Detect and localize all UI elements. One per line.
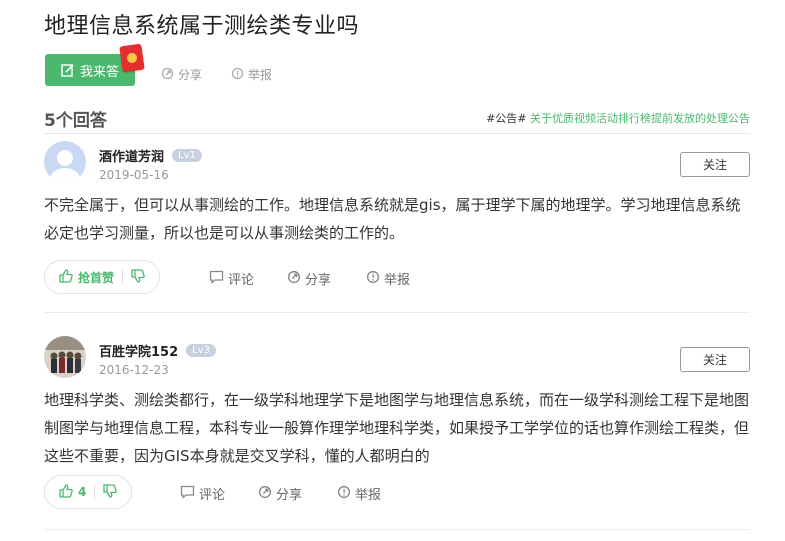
level-badge: Lv3 [186, 344, 216, 357]
avatar[interactable] [44, 141, 86, 183]
red-envelope-icon[interactable] [119, 43, 145, 73]
notice-text: 关于优质视频活动排行榜提前发放的处理公告 [530, 112, 750, 125]
share-question-link[interactable]: 分享 [161, 66, 202, 83]
thumbs-down-icon[interactable] [131, 268, 145, 287]
report-answer-button[interactable]: 举报 [337, 484, 381, 503]
edit-icon [61, 63, 75, 77]
answer-content: 不完全属于，但可以从事测绘的工作。地理信息系统就是gis，属于理学下属的地理学。… [44, 196, 741, 242]
answer-button-label: 我来答 [79, 64, 119, 80]
comment-icon [180, 485, 195, 503]
comment-button[interactable]: 评论 [209, 269, 254, 288]
question-title: 地理信息系统属于测绘类专业吗 [44, 14, 360, 39]
report-question-link[interactable]: 举报 [231, 66, 272, 83]
share-icon [287, 270, 301, 288]
follow-button[interactable]: 关注 [680, 152, 750, 177]
author-name[interactable]: 百胜学院152 [99, 341, 178, 360]
answer-count: 5个回答 [44, 111, 107, 131]
share-answer-button[interactable]: 分享 [258, 484, 302, 503]
report-label: 举报 [384, 273, 411, 288]
comment-label: 评论 [199, 488, 226, 503]
answer-divider [44, 312, 750, 313]
answer-date: 2019-05-16 [99, 168, 169, 182]
comment-icon [209, 270, 224, 288]
author-info: 百胜学院152 Lv3 [99, 341, 216, 360]
vote-control: 抢首赞 [44, 260, 161, 294]
report-icon [231, 67, 244, 83]
avatar[interactable] [44, 336, 86, 378]
follow-button[interactable]: 关注 [680, 347, 750, 372]
report-label: 举报 [248, 68, 273, 82]
comment-label: 评论 [228, 273, 255, 288]
level-badge: Lv1 [172, 149, 202, 162]
vote-control: 4 [44, 475, 133, 509]
notice-link[interactable]: #公告# 关于优质视频活动排行榜提前发放的处理公告 [486, 110, 750, 126]
vote-divider [122, 270, 124, 284]
share-icon [161, 67, 174, 83]
comment-button[interactable]: 评论 [180, 484, 225, 503]
share-label: 分享 [305, 273, 332, 288]
report-label: 举报 [355, 488, 382, 503]
answer-content: 地理科学类、测绘类都行，在一级学科地理学下是地图学与地理信息系统，而在一级学科测… [44, 391, 750, 465]
author-info: 酒作道芳润 Lv1 [99, 146, 202, 165]
answer-divider [44, 529, 750, 530]
upvote-button[interactable]: 4 [59, 483, 87, 501]
thumbs-up-icon [59, 483, 73, 501]
answer-date: 2016-12-23 [99, 363, 169, 377]
share-icon [258, 485, 272, 503]
notice-tag: #公告# [486, 112, 527, 125]
author-name[interactable]: 酒作道芳润 [99, 146, 164, 165]
upvote-button[interactable]: 抢首赞 [59, 268, 115, 286]
answers-header: 5个回答 #公告# 关于优质视频活动排行榜提前发放的处理公告 [44, 104, 750, 134]
share-answer-button[interactable]: 分享 [287, 269, 331, 288]
report-icon [337, 485, 351, 503]
thumbs-up-icon [59, 268, 73, 286]
upvote-count: 4 [78, 485, 87, 499]
report-answer-button[interactable]: 举报 [366, 269, 410, 288]
vote-divider [94, 485, 96, 499]
share-label: 分享 [178, 68, 203, 82]
report-icon [366, 270, 380, 288]
upvote-label: 抢首赞 [78, 270, 115, 285]
thumbs-down-icon[interactable] [103, 483, 118, 502]
share-label: 分享 [276, 488, 303, 503]
